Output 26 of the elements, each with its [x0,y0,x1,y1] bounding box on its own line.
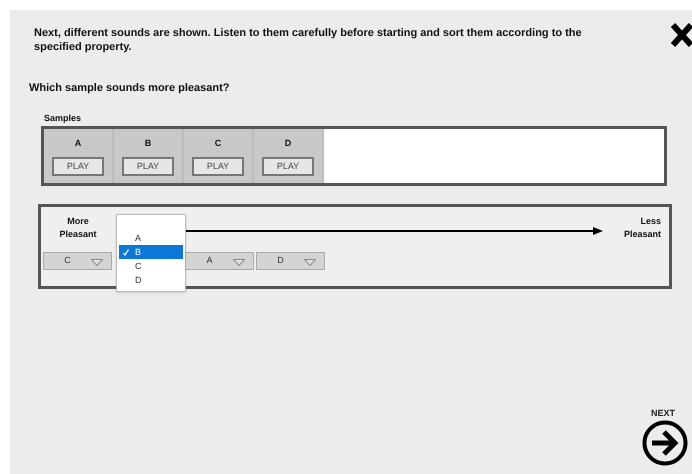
rank-dropdown[interactable]: A [185,252,254,270]
question: Which sample sounds more pleasant? [29,81,230,96]
rank-dropdown[interactable]: D [256,252,325,270]
start-label: More Pleasant [58,214,98,240]
play-button[interactable]: PLAY [122,157,174,176]
sample-name: C [214,136,222,150]
sample-name: B [144,136,152,150]
rank-dropdown[interactable]: C [43,252,112,270]
menu-option[interactable]: B [119,244,183,258]
menu-option[interactable]: C [119,258,183,272]
close-icon[interactable] [670,22,692,48]
caret-icon [233,258,245,266]
sample-name: D [284,136,292,150]
end-label: Less Pleasant [622,214,661,240]
checkmark-icon [123,248,129,256]
menu-option[interactable]: D [119,272,183,286]
play-button[interactable]: PLAY [52,157,104,176]
menu-option[interactable]: A [119,230,183,244]
samples-label: Samples [44,112,82,124]
next-label: NEXT [651,407,676,420]
caret-icon [304,258,316,266]
caret-icon [91,258,103,266]
sample-name: A [74,136,82,150]
instructions: Next, different sounds are shown. Listen to them carefully before starting and sort them according to the specified property. [34,26,583,54]
play-button[interactable]: PLAY [262,157,314,176]
play-button[interactable]: PLAY [192,157,244,176]
